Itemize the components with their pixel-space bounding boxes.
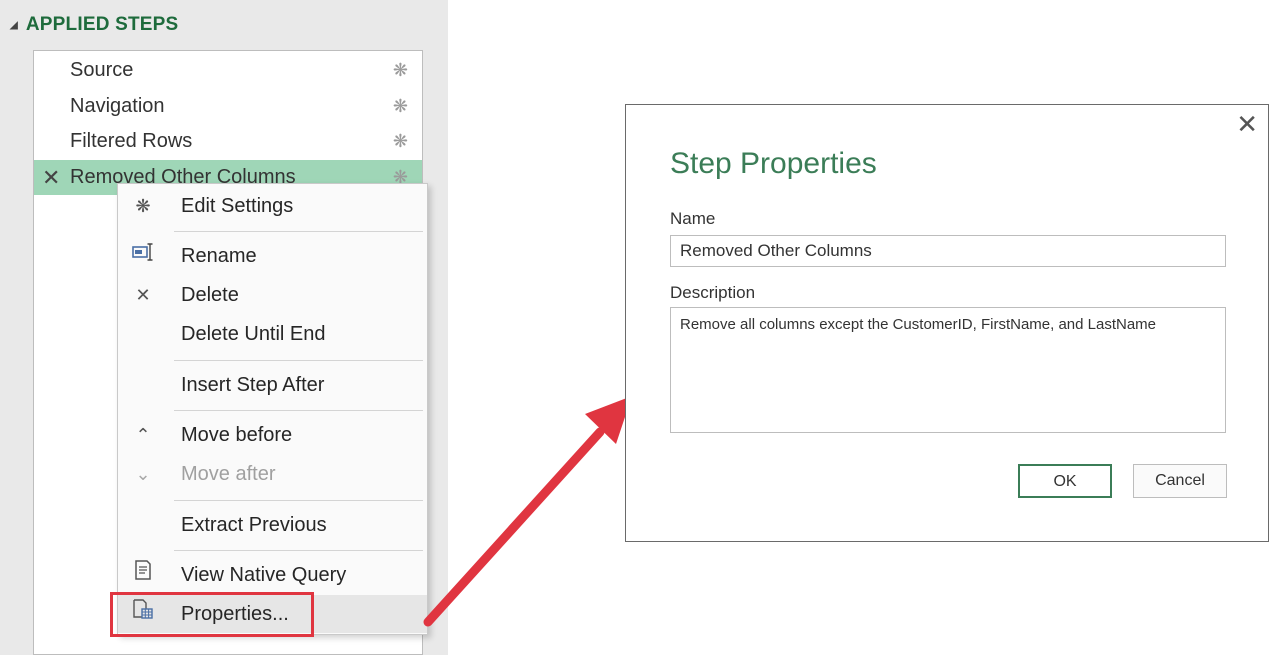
- close-icon[interactable]: ✕: [1236, 109, 1258, 140]
- name-field[interactable]: Removed Other Columns: [670, 235, 1226, 267]
- name-label: Name: [670, 209, 716, 228]
- description-field[interactable]: Remove all columns except the CustomerID…: [670, 307, 1226, 433]
- ok-button[interactable]: OK: [1018, 464, 1112, 498]
- cancel-button[interactable]: Cancel: [1133, 464, 1227, 498]
- step-properties-dialog: ✕ Step Properties Name Removed Other Col…: [625, 104, 1269, 542]
- dialog-title: Step Properties: [670, 147, 877, 180]
- description-label: Description: [670, 283, 756, 302]
